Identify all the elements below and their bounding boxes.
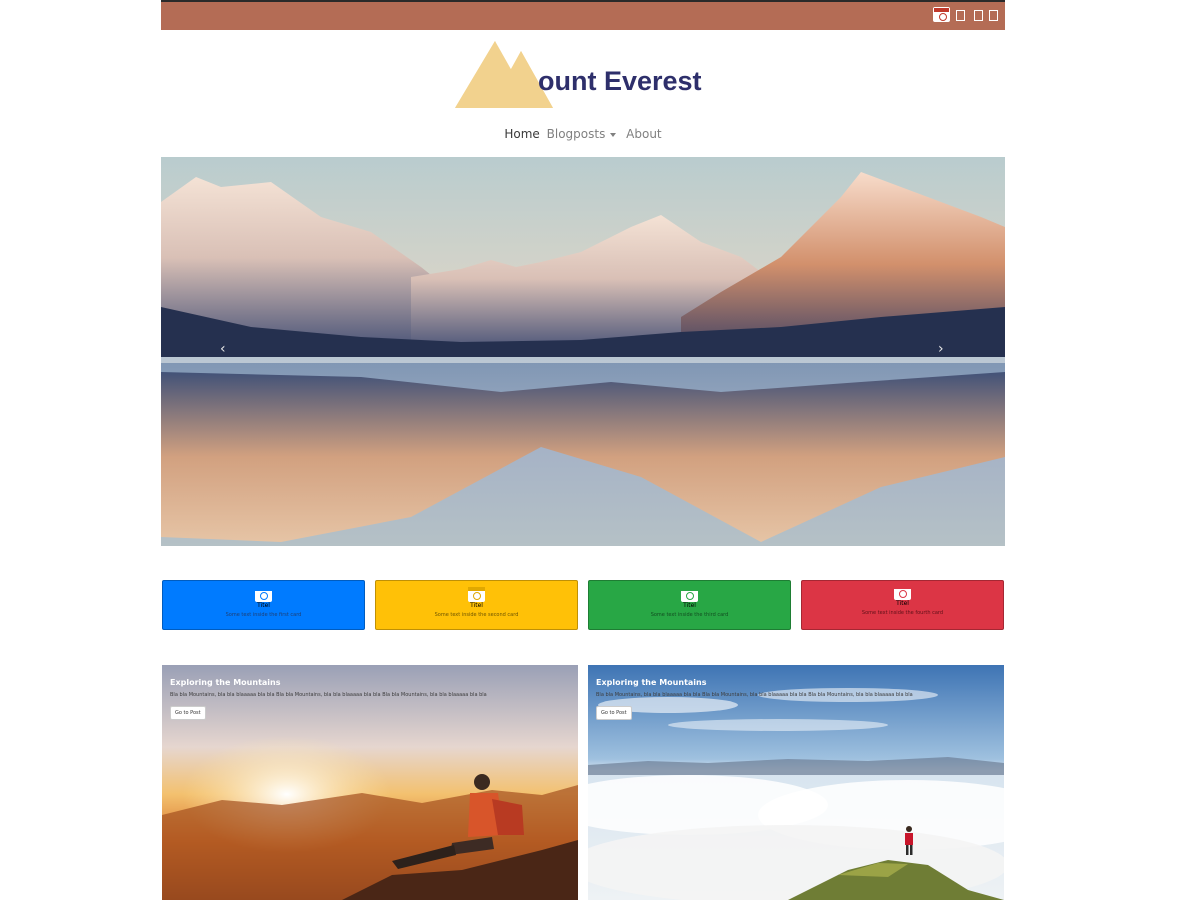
card-title: Titel: [896, 600, 909, 607]
site-logo[interactable]: ount Everest: [451, 38, 721, 113]
carousel-next-button[interactable]: ›: [938, 341, 944, 357]
square-icon[interactable]: [956, 10, 965, 21]
post-excerpt: Bla bla Mountains, bla bla blaaaaa bla b…: [596, 692, 913, 698]
hero-image: [161, 157, 1005, 546]
info-card-3[interactable]: Titel Some text inside the third card: [588, 580, 791, 630]
nav-item-blogposts-label: Blogposts: [546, 127, 606, 141]
page-container: ount Everest Home Blogposts About ‹ › Ti…: [161, 0, 1005, 900]
nav-item-blogposts[interactable]: Blogposts: [546, 127, 621, 141]
card-text: Some text inside the fourth card: [861, 610, 944, 616]
hero-carousel: ‹ ›: [161, 157, 1005, 546]
square-icon[interactable]: [989, 10, 998, 21]
info-card-2[interactable]: Titel Some text inside the second card: [375, 580, 578, 630]
carousel-prev-button[interactable]: ‹: [220, 341, 226, 357]
nav-item-about[interactable]: About: [626, 127, 661, 141]
card-text: Some text inside the first card: [225, 612, 302, 618]
app-icon: [468, 587, 485, 602]
info-card-4[interactable]: Titel Some text inside the fourth card: [801, 580, 1004, 630]
app-icon: [255, 587, 272, 602]
carousel-indicators: [564, 535, 600, 546]
caret-down-icon: [610, 132, 617, 137]
main-nav: Home Blogposts About: [161, 127, 1005, 141]
post-title: Exploring the Mountains: [170, 678, 281, 687]
app-icon[interactable]: [933, 7, 950, 22]
app-icon: [894, 585, 911, 600]
card-title: Titel: [470, 602, 483, 609]
card-text: Some text inside the third card: [650, 612, 729, 618]
post-card-1: Exploring the Mountains Bla bla Mountain…: [162, 665, 578, 900]
info-card-1[interactable]: Titel Some text inside the first card: [162, 580, 365, 630]
post-image: [162, 665, 578, 900]
card-text: Some text inside the second card: [434, 612, 519, 618]
post-image: [588, 665, 1004, 900]
card-title: Titel: [683, 602, 696, 609]
post-excerpt: Bla bla Mountains, bla bla blaaaaa bla b…: [170, 692, 487, 698]
go-to-post-button[interactable]: Go to Post: [170, 706, 206, 720]
post-title: Exploring the Mountains: [596, 678, 707, 687]
site-title: ount Everest: [538, 66, 702, 96]
card-title: Titel: [257, 602, 270, 609]
post-card-2: Exploring the Mountains Bla bla Mountain…: [588, 665, 1004, 900]
go-to-post-button[interactable]: Go to Post: [596, 706, 632, 720]
square-icon[interactable]: [974, 10, 983, 21]
top-bar: [161, 0, 1005, 30]
app-icon: [681, 587, 698, 602]
nav-item-home[interactable]: Home: [504, 127, 539, 141]
